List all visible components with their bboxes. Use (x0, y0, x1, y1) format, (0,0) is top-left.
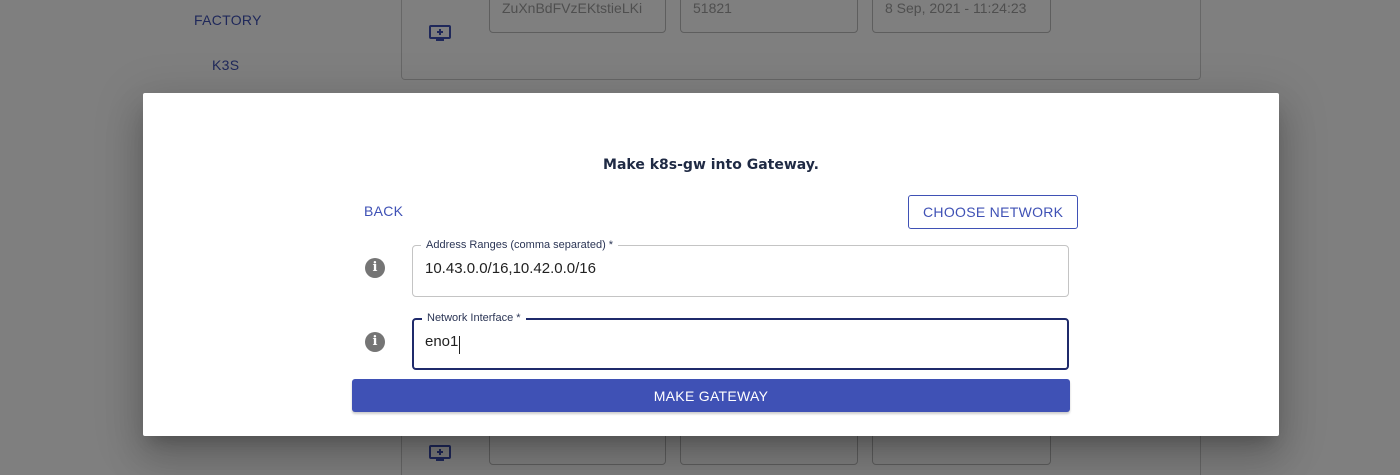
dialog-title: Make k8s-gw into Gateway. (603, 157, 819, 173)
info-icon[interactable]: i (365, 332, 385, 352)
address-ranges-input[interactable] (425, 260, 1045, 277)
choose-network-button[interactable]: CHOOSE NETWORK (908, 195, 1079, 229)
make-gateway-button[interactable]: MAKE GATEWAY (352, 379, 1070, 412)
info-icon[interactable]: i (365, 258, 385, 278)
address-ranges-label: Address Ranges (comma separated) * (421, 238, 619, 252)
text-caret (459, 336, 460, 354)
network-interface-label: Network Interface * (422, 311, 526, 325)
back-button[interactable]: BACK (355, 193, 412, 229)
network-interface-field[interactable]: Network Interface * (412, 311, 1069, 370)
network-interface-input[interactable] (425, 333, 1045, 350)
make-gateway-dialog: Make k8s-gw into Gateway. BACK CHOOSE NE… (143, 93, 1279, 436)
address-ranges-field[interactable]: Address Ranges (comma separated) * (412, 238, 1069, 297)
